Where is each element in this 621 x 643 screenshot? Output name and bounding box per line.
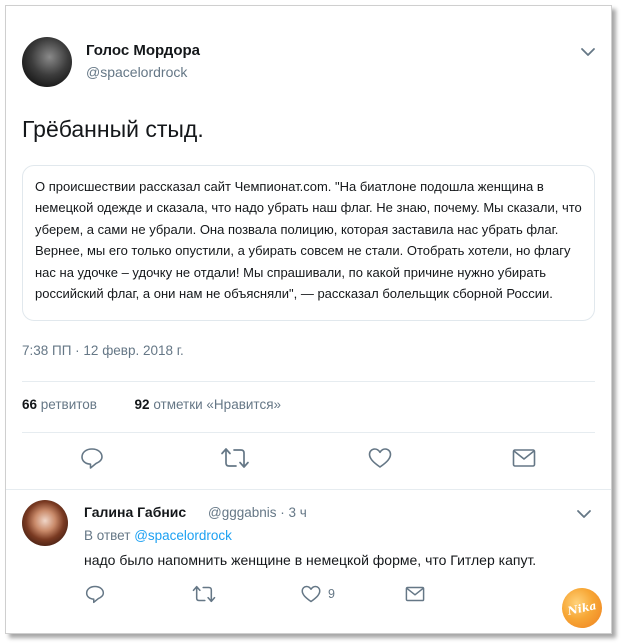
tweet-timestamp[interactable]: 7:38 ПП · 12 февр. 2018 г. xyxy=(22,343,184,358)
reply-to-line: В ответ @spacelordrock xyxy=(84,528,232,543)
like-button[interactable] xyxy=(367,446,393,470)
retweets-label: ретвитов xyxy=(40,397,97,412)
reply-retweet-button[interactable] xyxy=(191,584,217,604)
dm-button[interactable] xyxy=(511,447,537,469)
mail-icon xyxy=(512,449,536,467)
reply-to-handle[interactable]: @spacelordrock xyxy=(134,528,232,543)
reply-author-avatar[interactable] xyxy=(22,500,68,546)
reply-meta: @gggabnis · 3 ч xyxy=(208,505,307,520)
reply-icon xyxy=(81,448,103,469)
reply-likes-count: 9 xyxy=(328,587,335,601)
reply-time[interactable]: · 3 ч xyxy=(280,505,307,520)
reply-tweet[interactable]: Галина Габнис @gggabnis · 3 ч В ответ @s… xyxy=(6,490,611,633)
reply-author-handle[interactable]: @gggabnis xyxy=(208,505,277,520)
retweet-icon xyxy=(192,585,216,603)
heart-icon xyxy=(368,448,392,468)
reply-text: надо было напомнить женщине в немецкой ф… xyxy=(84,552,537,568)
watermark-text: Nika xyxy=(566,598,598,618)
divider xyxy=(22,381,595,382)
reply-to-prefix: В ответ xyxy=(84,528,131,543)
retweet-button[interactable] xyxy=(219,446,251,470)
likes-label: отметки «Нравится» xyxy=(153,397,282,412)
reply-button[interactable] xyxy=(79,446,105,470)
retweets-count: 66 xyxy=(22,397,38,412)
tweet-text: Грёбанный стыд. xyxy=(22,116,204,142)
mail-icon xyxy=(405,586,425,602)
reply-author-name[interactable]: Галина Габнис xyxy=(84,504,186,520)
heart-icon xyxy=(301,585,321,603)
likes-count: 92 xyxy=(134,397,150,412)
likes-stat[interactable]: 92 отметки «Нравится» xyxy=(135,397,282,412)
author-name[interactable]: Голос Мордора xyxy=(86,42,200,59)
reply-reply-button[interactable] xyxy=(84,584,106,604)
retweet-icon xyxy=(221,448,249,468)
quoted-card[interactable]: О происшествии рассказал сайт Чемпионат.… xyxy=(22,165,595,321)
chevron-down-icon[interactable] xyxy=(580,47,596,57)
reply-dm-button[interactable] xyxy=(404,585,426,603)
divider xyxy=(22,432,595,433)
quoted-text: О происшествии рассказал сайт Чемпионат.… xyxy=(35,179,582,302)
tweet-stats: 66 ретвитов 92 отметки «Нравится» xyxy=(22,397,281,412)
author-avatar[interactable] xyxy=(22,37,72,87)
retweets-stat[interactable]: 66 ретвитов xyxy=(22,397,97,412)
reply-icon xyxy=(85,585,105,604)
author-handle[interactable]: @spacelordrock xyxy=(86,64,187,80)
tweet-screenshot-frame: Голос Мордора @spacelordrock Грёбанный с… xyxy=(5,5,612,634)
reply-like-button[interactable]: 9 xyxy=(300,584,335,604)
chevron-down-icon[interactable] xyxy=(576,509,592,519)
